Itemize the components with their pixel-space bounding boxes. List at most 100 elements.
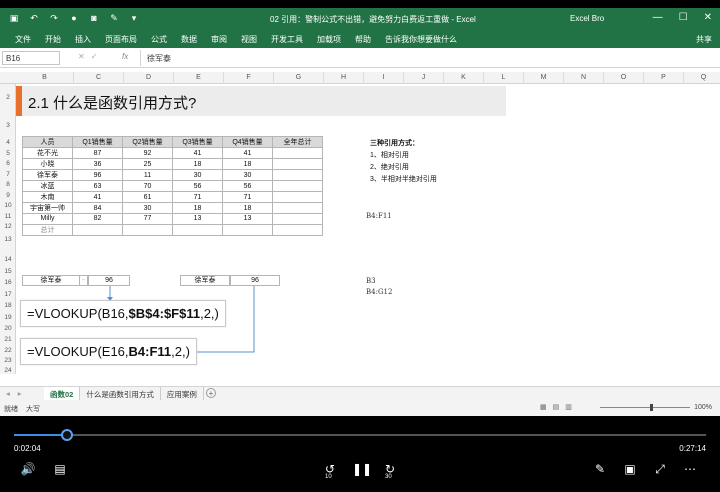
row-header[interactable]: 5 [0, 150, 16, 157]
formula-prefix: =VLOOKUP(E16, [27, 344, 129, 359]
progress-track[interactable] [14, 429, 706, 441]
row-header[interactable]: 15 [0, 268, 16, 275]
row-header[interactable]: 19 [0, 314, 16, 321]
formula-range: $B$4:$F$11 [128, 306, 201, 321]
edit-icon[interactable]: ✎ [592, 461, 608, 477]
close-button[interactable]: ✕ [704, 12, 712, 23]
row-header[interactable]: 24 [0, 367, 16, 374]
more-icon[interactable]: ⋯ [682, 461, 698, 477]
restore-button[interactable]: ☐ [679, 12, 688, 23]
camera-icon[interactable]: ◙ [88, 12, 100, 24]
miniplayer-icon[interactable]: ▣ [622, 461, 638, 477]
ribbon-tab[interactable]: 页面布局 [98, 34, 144, 45]
zoom-slider[interactable] [600, 407, 690, 408]
column-header[interactable]: B [16, 72, 74, 84]
column-header[interactable]: Q [684, 72, 720, 84]
record-icon[interactable]: ● [68, 12, 80, 24]
column-header[interactable]: C [74, 72, 124, 84]
fx-icon[interactable]: fx [122, 52, 128, 61]
view-mode-icons[interactable]: ▦▤▥ [540, 403, 578, 411]
sheet-nav-arrows[interactable]: ◂▸ [6, 389, 30, 398]
skip-forward-button[interactable]: ↻ 30 [382, 461, 398, 480]
status-bar: 就绪 大写 ▦▤▥ 100% [0, 400, 720, 416]
ribbon-tab[interactable]: 开始 [38, 34, 68, 45]
save-icon[interactable]: ▣ [8, 12, 20, 24]
brush-icon[interactable]: ✎ [108, 12, 120, 24]
formula-suffix: ,2,) [200, 306, 219, 321]
row-header[interactable]: 21 [0, 336, 16, 343]
formula-callout-2: =VLOOKUP(E16,B4:F11,2,) [20, 338, 197, 365]
ribbon-tab[interactable]: 插入 [68, 34, 98, 45]
skip-back-seconds: 10 [325, 474, 332, 480]
name-box[interactable]: B16 [2, 51, 60, 65]
row-header[interactable]: 13 [0, 236, 16, 243]
video-frame: ▣ ↶ ↷ ● ◙ ✎ ▾ 02 引用：警制公式不出错，避免努力白费返工重做 -… [0, 0, 720, 492]
ribbon-tab[interactable]: 数据 [174, 34, 204, 45]
row-header[interactable]: 23 [0, 357, 16, 364]
row-header[interactable]: 20 [0, 325, 16, 332]
column-header[interactable]: H [324, 72, 364, 84]
row-header[interactable]: 10 [0, 202, 16, 209]
sheet-tab-bar: ◂▸ 函数02 什么是函数引用方式 应用案例 + [0, 386, 720, 404]
row-header[interactable]: 7 [0, 171, 16, 178]
row-header[interactable]: 12 [0, 223, 16, 230]
row-header[interactable]: 14 [0, 256, 16, 263]
column-header[interactable]: K [444, 72, 484, 84]
formula-bar-buttons: ✕✓ [78, 52, 104, 61]
customize-icon[interactable]: ▾ [128, 12, 140, 24]
ribbon-tab[interactable]: 开发工具 [264, 34, 310, 45]
ribbon-tab-list: 文件 开始 插入 页面布局 公式 数据 审阅 视图 开发工具 加载项 帮助 告诉我你想要做什么 [8, 34, 464, 45]
formula-input[interactable]: 徐军泰 [140, 50, 715, 66]
row-header[interactable]: 18 [0, 302, 16, 309]
row-header[interactable]: 8 [0, 181, 16, 188]
zoom-slider-thumb[interactable] [650, 404, 653, 411]
redo-icon[interactable]: ↷ [48, 12, 60, 24]
add-sheet-button[interactable]: + [206, 388, 216, 398]
column-header[interactable]: L [484, 72, 524, 84]
ribbon-tab[interactable]: 文件 [8, 34, 38, 45]
column-header[interactable]: G [274, 72, 324, 84]
ribbon-tab[interactable]: 视图 [234, 34, 264, 45]
skip-back-button[interactable]: ↺ 10 [322, 461, 338, 480]
pause-button[interactable]: ❚❚ [352, 461, 372, 477]
worksheet-grid[interactable]: 2.1 什么是函数引用方式? 人员 Q1销售量 Q2销售量 Q3销售量 Q4销售量 全年总… [16, 84, 706, 374]
row-header[interactable]: 11 [0, 213, 16, 220]
column-headers: BCDEFGHIJKLMNOPQ [0, 72, 720, 84]
minimize-button[interactable]: — [653, 12, 663, 23]
row-header[interactable]: 22 [0, 347, 16, 354]
column-header[interactable]: E [174, 72, 224, 84]
subtitles-icon[interactable]: ▤ [52, 461, 68, 477]
progress-knob[interactable] [60, 429, 73, 441]
row-header[interactable]: 2 [0, 94, 16, 101]
ribbon-tab[interactable]: 审阅 [204, 34, 234, 45]
formula-prefix: =VLOOKUP(B16, [27, 306, 129, 321]
share-button[interactable]: 共享 [696, 34, 712, 45]
column-header[interactable]: J [404, 72, 444, 84]
ribbon-tab[interactable]: 公式 [144, 34, 174, 45]
user-name[interactable]: Excel Bro [570, 14, 604, 23]
excel-window: ▣ ↶ ↷ ● ◙ ✎ ▾ 02 引用：警制公式不出错，避免努力白费返工重做 -… [0, 8, 720, 416]
progress-fill [14, 434, 67, 436]
formula-bar: B16 ✕✓ fx 徐军泰 [0, 48, 720, 68]
row-header[interactable]: 4 [0, 139, 16, 146]
column-header[interactable]: F [224, 72, 274, 84]
volume-icon[interactable]: 🔊 [20, 461, 36, 477]
column-header[interactable]: I [364, 72, 404, 84]
row-header[interactable]: 16 [0, 279, 16, 286]
row-header[interactable]: 9 [0, 192, 16, 199]
ribbon-tab[interactable]: 帮助 [348, 34, 378, 45]
column-header[interactable]: D [124, 72, 174, 84]
column-header[interactable]: N [564, 72, 604, 84]
column-header[interactable]: M [524, 72, 564, 84]
quick-access-toolbar: ▣ ↶ ↷ ● ◙ ✎ ▾ [8, 12, 140, 24]
ribbon-tab[interactable]: 加载项 [310, 34, 348, 45]
row-header[interactable]: 17 [0, 291, 16, 298]
row-header[interactable]: 6 [0, 160, 16, 167]
zoom-level[interactable]: 100% [694, 404, 712, 411]
column-header[interactable]: O [604, 72, 644, 84]
undo-icon[interactable]: ↶ [28, 12, 40, 24]
row-header[interactable]: 3 [0, 122, 16, 129]
ribbon-tab[interactable]: 告诉我你想要做什么 [378, 34, 464, 45]
column-header[interactable]: P [644, 72, 684, 84]
fullscreen-icon[interactable]: ⤢ [652, 461, 668, 477]
